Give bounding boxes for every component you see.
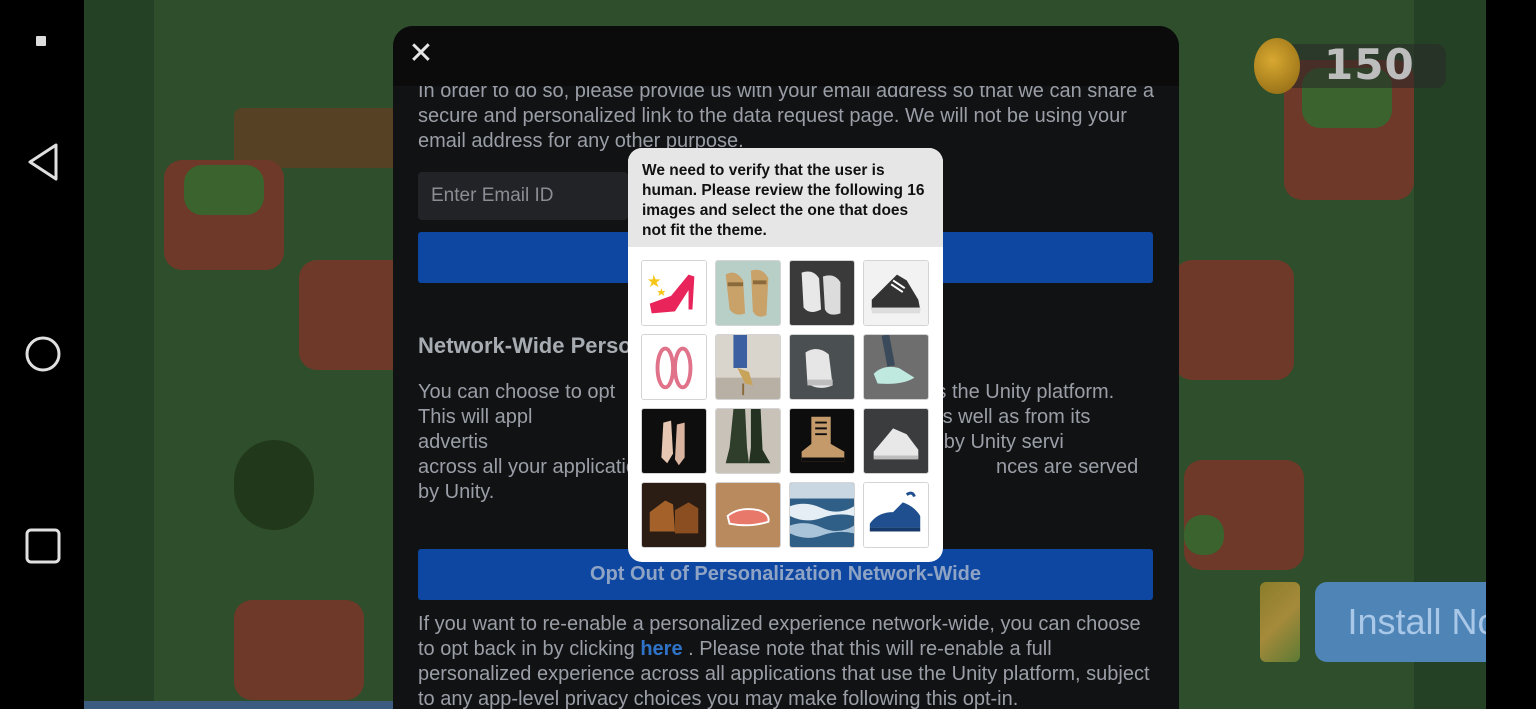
recents-square-icon[interactable] xyxy=(22,525,64,567)
intro-text: In order to do so, please provide us wit… xyxy=(418,80,1154,152)
white-sneakers-icon[interactable] xyxy=(789,260,855,326)
red-high-heel-icon[interactable] xyxy=(641,260,707,326)
progress-bar xyxy=(84,701,394,709)
nude-heels-icon[interactable] xyxy=(641,408,707,474)
android-nav-bar xyxy=(0,0,84,709)
email-field[interactable] xyxy=(418,172,628,220)
bw-converse-icon[interactable] xyxy=(863,260,929,326)
white-converse-icon[interactable] xyxy=(863,408,929,474)
blue-sneaker-icon[interactable] xyxy=(863,482,929,548)
coin-count: 150 xyxy=(1324,40,1415,89)
right-edge xyxy=(1486,0,1536,709)
gold-heels-icon[interactable] xyxy=(715,334,781,400)
captcha-popup: We need to verify that the user is human… xyxy=(628,148,943,562)
app-thumbnail xyxy=(1260,582,1300,662)
close-icon[interactable]: ✕ xyxy=(407,39,435,69)
section-heading: Network-Wide Perso xyxy=(418,333,632,358)
back-triangle-icon[interactable] xyxy=(22,141,64,183)
captcha-prompt: We need to verify that the user is human… xyxy=(628,148,943,247)
white-hightop-icon[interactable] xyxy=(789,334,855,400)
opt-back-in-link[interactable]: here xyxy=(640,638,682,660)
mint-sneakers-icon[interactable] xyxy=(863,334,929,400)
brown-boot-icon[interactable] xyxy=(789,408,855,474)
tan-sandals-icon[interactable] xyxy=(715,260,781,326)
leather-boots-icon[interactable] xyxy=(641,482,707,548)
home-circle-icon[interactable] xyxy=(22,333,64,375)
ocean-waves-icon[interactable] xyxy=(789,482,855,548)
reenable-text: If you want to re-enable a personalized … xyxy=(418,612,1158,709)
status-indicator-icon xyxy=(36,36,46,46)
salmon-shoe-icon[interactable] xyxy=(715,482,781,548)
captcha-grid xyxy=(641,260,929,548)
coin-icon xyxy=(1254,38,1300,94)
green-boots-icon[interactable] xyxy=(715,408,781,474)
install-now-button[interactable]: Install Now xyxy=(1315,582,1486,662)
pink-flats-icon[interactable] xyxy=(641,334,707,400)
dialog-header: ✕ xyxy=(393,26,1179,86)
